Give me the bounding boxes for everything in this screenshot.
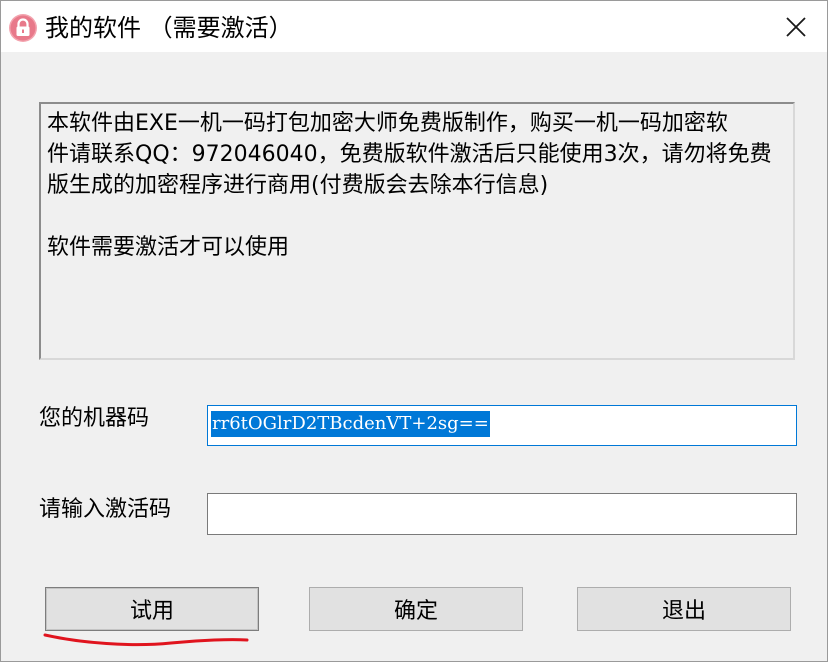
exit-button[interactable]: 退出 [577, 587, 791, 631]
activation-dialog: 我的软件 （需要激活） 本软件由EXE一机一码打包加密大师免费版制作，购买一机一… [0, 0, 828, 662]
activation-code-label: 请输入激活码 [39, 497, 172, 522]
activation-required-text: 软件需要激活才可以使用 [47, 235, 290, 260]
confirm-button[interactable]: 确定 [309, 587, 523, 631]
activation-code-input[interactable] [207, 493, 797, 535]
info-message-box: 本软件由EXE一机一码打包加密大师免费版制作，购买一机一码加密软 件请联系QQ：… [39, 102, 795, 360]
confirm-button-label: 确定 [393, 599, 438, 624]
machine-code-label: 您的机器码 [39, 406, 150, 431]
trial-button-label: 试用 [129, 599, 174, 624]
trial-button[interactable]: 试用 [45, 587, 259, 631]
window-title: 我的软件 （需要激活） [45, 14, 293, 42]
machine-code-value: rr6tOGlrD2TBcdenVT+2sg== [211, 411, 490, 437]
message-line: 版生成的加密程序进行商用(付费版会去除本行信息) [47, 173, 549, 198]
exit-button-label: 退出 [661, 599, 706, 624]
padlock-icon [9, 14, 37, 42]
close-icon [786, 16, 806, 37]
red-underline-annotation [43, 633, 249, 647]
message-line: 本软件由EXE一机一码打包加密大师免费版制作，购买一机一码加密软 [47, 111, 728, 136]
title-bar[interactable]: 我的软件 （需要激活） [1, 1, 827, 52]
machine-code-field[interactable]: rr6tOGlrD2TBcdenVT+2sg== [207, 405, 797, 446]
message-line: 件请联系QQ：972046040，免费版软件激活后只能使用3次，请勿将免费 [47, 142, 772, 167]
close-button[interactable] [765, 1, 827, 52]
